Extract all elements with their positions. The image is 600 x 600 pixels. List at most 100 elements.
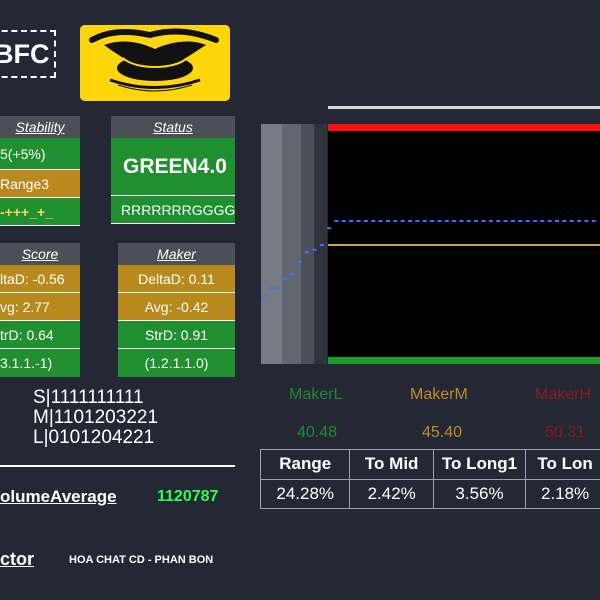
- price-point: [481, 220, 486, 222]
- maker-low-value: 40.48: [297, 424, 338, 441]
- maker-strength: StrD: 0.91: [118, 321, 235, 349]
- price-point: [385, 220, 390, 222]
- price-point: [466, 220, 471, 222]
- chart-left-band-2: [282, 124, 301, 364]
- price-point: [437, 220, 442, 222]
- volume-average-value: 1120787: [157, 488, 219, 505]
- maker-high-value: 50.31: [545, 424, 586, 441]
- metric-header-to-mid: To Mid: [349, 449, 434, 480]
- buffalo-logo-icon: [80, 25, 230, 101]
- stability-range: Range3: [0, 170, 80, 198]
- price-point: [393, 220, 398, 222]
- maker-chart-svg: [258, 106, 600, 374]
- ticker-label: BFC: [0, 39, 50, 69]
- chart-left-band-1: [261, 124, 282, 364]
- company-logo: [80, 25, 230, 101]
- price-point: [532, 220, 537, 222]
- price-point: [510, 220, 515, 222]
- stability-change: 5(+5%): [0, 138, 80, 170]
- score-strength: trD: 0.64: [0, 321, 80, 349]
- price-point: [496, 220, 501, 222]
- price-point: [415, 220, 420, 222]
- price-point: [268, 287, 273, 290]
- price-point: [474, 220, 479, 222]
- price-point: [290, 272, 295, 275]
- price-point: [569, 220, 574, 222]
- maker-delta: DeltaD: 0.11: [118, 265, 235, 293]
- price-point: [562, 220, 567, 222]
- price-point: [408, 220, 412, 222]
- maker-low-label: MakerL: [289, 386, 343, 403]
- price-point: [540, 220, 545, 222]
- metric-value-to-long1: 3.56%: [432, 478, 527, 509]
- price-point: [400, 220, 405, 222]
- metrics-value-row: 24.28% 2.42% 3.56% 2.18%: [259, 478, 600, 509]
- price-point: [275, 287, 280, 290]
- maker-mid-value: 45.40: [422, 424, 463, 441]
- price-point: [312, 248, 317, 251]
- metric-value-to-mid: 2.42%: [349, 478, 434, 509]
- chart-left-band-3: [301, 124, 314, 364]
- status-value: GREEN4.0: [111, 138, 235, 196]
- price-point: [327, 227, 332, 230]
- maker-title: Maker: [118, 243, 235, 265]
- price-point: [371, 220, 376, 222]
- price-point: [305, 251, 310, 254]
- metrics-header-row: Range To Mid To Long1 To Lon: [259, 449, 600, 480]
- price-point: [363, 220, 368, 222]
- maker-high-label: MakerH: [535, 386, 592, 403]
- metric-value-to-long2: 2.18%: [525, 478, 600, 509]
- price-point: [341, 220, 346, 222]
- volume-average-label: olumeAverage: [0, 487, 117, 506]
- price-point: [297, 260, 302, 263]
- score-title: Score: [0, 243, 80, 265]
- price-point: [319, 244, 324, 246]
- price-point: [356, 220, 361, 222]
- score-panel: Score ltaD: -0.56 vg: 2.77 trD: 0.64 3.1…: [0, 243, 80, 377]
- status-title: Status: [111, 116, 235, 138]
- price-point: [555, 220, 559, 222]
- price-point: [591, 220, 596, 222]
- medium-code: M|1101203221: [33, 407, 159, 428]
- metric-value-range: 24.28%: [259, 478, 351, 509]
- short-code: S|1111111111: [33, 387, 144, 408]
- maker-tuple: (1.2.1.1.0): [118, 349, 235, 377]
- price-point: [349, 220, 354, 222]
- price-point: [378, 220, 383, 222]
- price-point: [518, 220, 523, 222]
- price-point: [261, 296, 265, 299]
- level-line-1: [328, 244, 600, 246]
- metrics-table: Range To Mid To Long1 To Lon 24.28% 2.42…: [259, 449, 600, 509]
- price-point: [452, 220, 457, 222]
- price-point: [584, 220, 589, 222]
- sml-codes: S|1111111111 M|1101203221 L|0101204221: [33, 388, 158, 448]
- price-point: [503, 220, 508, 222]
- level-line-0: [328, 124, 600, 131]
- metric-header-to-long1: To Long1: [432, 449, 527, 480]
- status-panel: Status GREEN4.0 RRRRRRRGGGG: [111, 116, 235, 224]
- sector-label: ctor: [0, 549, 35, 569]
- maker-average: Avg: -0.42: [118, 293, 235, 321]
- price-point: [422, 220, 427, 222]
- price-point: [547, 220, 552, 222]
- price-point: [577, 220, 582, 222]
- chart-top-border: [328, 106, 600, 109]
- price-point: [430, 220, 435, 222]
- price-point: [488, 220, 493, 222]
- score-delta: ltaD: -0.56: [0, 265, 80, 293]
- stability-signs: -+++_+_: [0, 198, 80, 226]
- metric-header-range: Range: [259, 449, 351, 480]
- long-code: L|0101204221: [33, 427, 155, 448]
- metric-header-to-long2: To Lon: [525, 449, 600, 480]
- price-point: [334, 220, 339, 222]
- stability-title: Stability: [0, 116, 80, 138]
- ticker-box: BFC: [0, 30, 56, 78]
- stability-panel: Stability 5(+5%) Range3 -+++_+_: [0, 116, 80, 226]
- price-point: [525, 220, 530, 222]
- level-line-2: [328, 357, 600, 364]
- score-average: vg: 2.77: [0, 293, 80, 321]
- price-point: [459, 220, 464, 222]
- sector-value: HOA CHAT CD - PHAN BON: [69, 554, 214, 566]
- section-divider: [0, 465, 235, 467]
- maker-mid-label: MakerM: [410, 386, 468, 403]
